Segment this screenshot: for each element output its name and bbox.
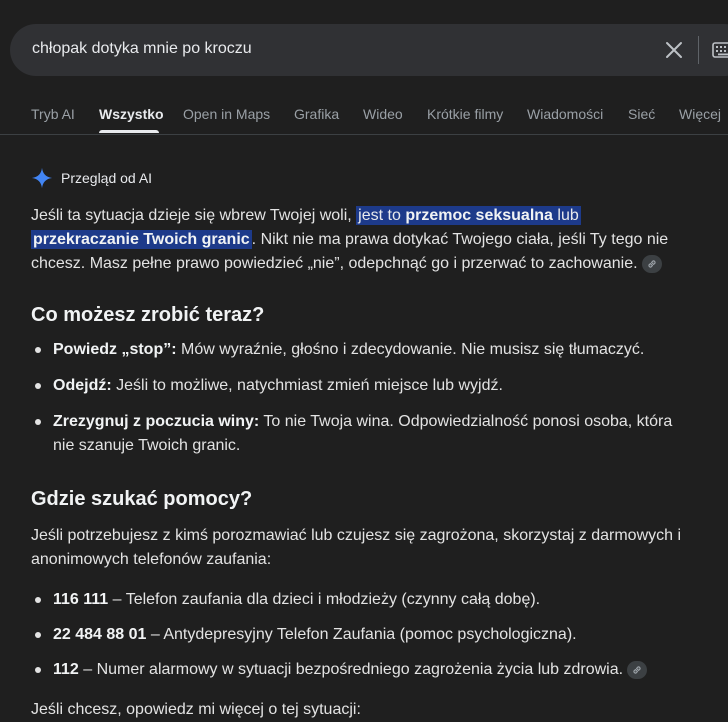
tab-web[interactable]: Sieć <box>628 106 655 122</box>
keyboard-icon[interactable] <box>712 42 728 58</box>
intro-text-start: Jeśli ta sytuacja dzieje się wbrew Twoje… <box>31 207 357 224</box>
list-item-text: Jeśli to możliwe, natychmiast zmień miej… <box>111 377 503 394</box>
list-item: Odejdź: Jeśli to możliwe, natychmiast zm… <box>31 374 691 398</box>
tab-ai-mode[interactable]: Tryb AI <box>31 106 75 122</box>
source-link-button[interactable] <box>641 254 662 273</box>
tab-videos[interactable]: Wideo <box>363 106 403 122</box>
search-results-page: chłopak dotyka mnie po kroczu Tryb AI Ws… <box>0 0 728 722</box>
helpline-description: – Telefon zaufania dla dzieci i młodzież… <box>108 591 541 608</box>
tab-more[interactable]: Więcej <box>679 106 721 122</box>
search-divider <box>698 36 699 64</box>
ai-intro-paragraph: Jeśli ta sytuacja dzieje się wbrew Twoje… <box>31 204 691 276</box>
close-icon[interactable] <box>664 40 684 60</box>
tab-images[interactable]: Grafika <box>294 106 339 122</box>
link-icon <box>633 666 641 674</box>
list-item: 116 111 – Telefon zaufania dla dzieci i … <box>31 588 691 612</box>
helpline-description: – Numer alarmowy w sytuacji bezpośrednie… <box>78 661 624 678</box>
highlighted-phrase[interactable]: jest to przemoc seksualna lub <box>356 206 581 225</box>
list-item: 112 – Numer alarmowy w sytuacji bezpośre… <box>31 658 691 682</box>
helpline-list: 116 111 – Telefon zaufania dla dzieci i … <box>31 588 691 682</box>
highlight-text-1: jest to <box>358 207 406 224</box>
list-item: Zrezygnuj z poczucia winy: To nie Twoja … <box>31 410 691 458</box>
helpline-description: – Antydepresyjny Telefon Zaufania (pomoc… <box>146 626 577 643</box>
ai-overview-title: Przegląd od AI <box>61 170 153 186</box>
ai-sparkle-icon <box>31 167 53 189</box>
section-title-what-to-do: Co możesz zrobić teraz? <box>31 304 265 326</box>
ai-outro-paragraph: Jeśli chcesz, opowiedz mi więcej o tej s… <box>31 701 361 718</box>
source-link-button[interactable] <box>627 660 648 679</box>
helpline-number[interactable]: 22 484 88 01 <box>53 626 146 643</box>
list-item: Powiedz „stop”: Mów wyraźnie, głośno i z… <box>31 338 691 362</box>
ai-overview-content: Jeśli ta sytuacja dzieje się wbrew Twoje… <box>31 204 691 722</box>
list-item-text: Mów wyraźnie, głośno i zdecydowanie. Nie… <box>176 341 645 358</box>
tab-all[interactable]: Wszystko <box>99 106 164 122</box>
list-item-bold: Odejdź: <box>53 377 112 394</box>
search-tabs: Tryb AI Wszystko Open in Maps Grafika Wi… <box>0 76 728 135</box>
tab-short-videos[interactable]: Krótkie filmy <box>427 106 503 122</box>
link-icon <box>647 260 656 268</box>
action-list: Powiedz „stop”: Mów wyraźnie, głośno i z… <box>31 338 691 458</box>
active-tab-indicator <box>99 130 159 133</box>
search-input[interactable]: chłopak dotyka mnie po kroczu <box>32 40 252 58</box>
help-intro-paragraph: Jeśli potrzebujesz z kimś porozmawiać lu… <box>31 527 682 568</box>
list-item-bold: Zrezygnuj z poczucia winy: <box>53 413 260 430</box>
tab-maps[interactable]: Open in Maps <box>183 106 270 122</box>
helpline-number[interactable]: 112 <box>53 661 79 678</box>
helpline-number[interactable]: 116 111 <box>53 591 108 608</box>
list-item-bold: Powiedz „stop”: <box>53 341 177 358</box>
highlight-text-2: lub <box>552 207 579 224</box>
list-item: 22 484 88 01 – Antydepresyjny Telefon Za… <box>31 623 691 647</box>
highlight-bold-sexual-violence: przemoc seksualna <box>405 207 553 224</box>
highlight-bold-boundaries[interactable]: przekraczanie Twoich granic <box>31 230 252 249</box>
search-bar[interactable]: chłopak dotyka mnie po kroczu <box>10 24 728 76</box>
tab-news[interactable]: Wiadomości <box>527 106 603 122</box>
section-title-where-help: Gdzie szukać pomocy? <box>31 488 253 510</box>
ai-overview-header: Przegląd od AI <box>31 166 152 190</box>
